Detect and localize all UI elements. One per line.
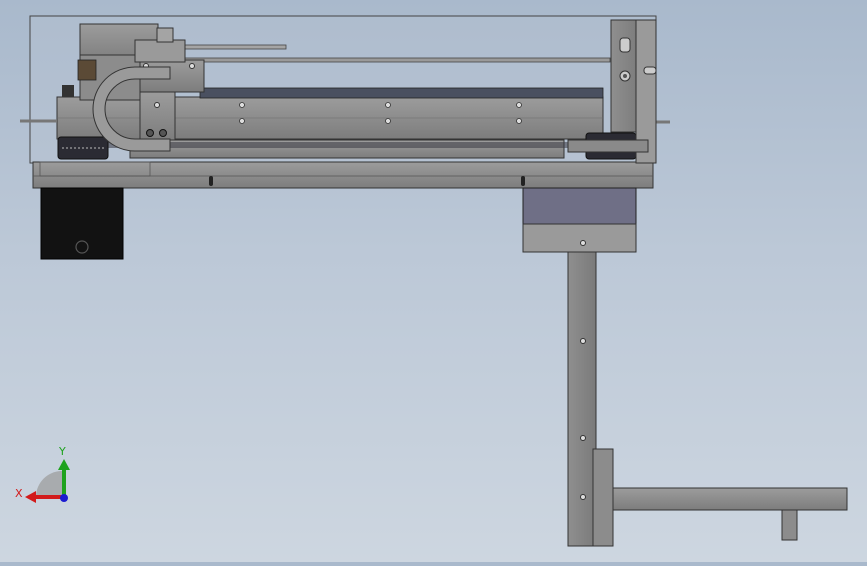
triad-x-label: X xyxy=(15,487,23,500)
cad-viewport[interactable]: Y X xyxy=(0,0,867,562)
slot-hole xyxy=(521,176,525,186)
brown-coupler xyxy=(77,59,97,81)
base-plate[interactable] xyxy=(32,161,654,189)
upper-guide-rod[interactable] xyxy=(179,44,287,50)
guide-rod[interactable] xyxy=(139,57,611,63)
rail-top-strip xyxy=(199,87,604,99)
z-axis-dot xyxy=(60,494,68,502)
assembly-side-view[interactable]: Y X xyxy=(0,0,867,562)
triad-y-label: Y xyxy=(58,445,66,458)
left-stepper-motor[interactable] xyxy=(40,187,124,260)
coordinate-triad: Y X xyxy=(15,445,70,503)
right-stepper-motor[interactable] xyxy=(522,187,637,253)
horizontal-foot[interactable] xyxy=(592,448,848,547)
vertical-arm[interactable] xyxy=(567,251,597,547)
slot-hole xyxy=(209,176,213,186)
left-pulley[interactable] xyxy=(57,136,109,160)
